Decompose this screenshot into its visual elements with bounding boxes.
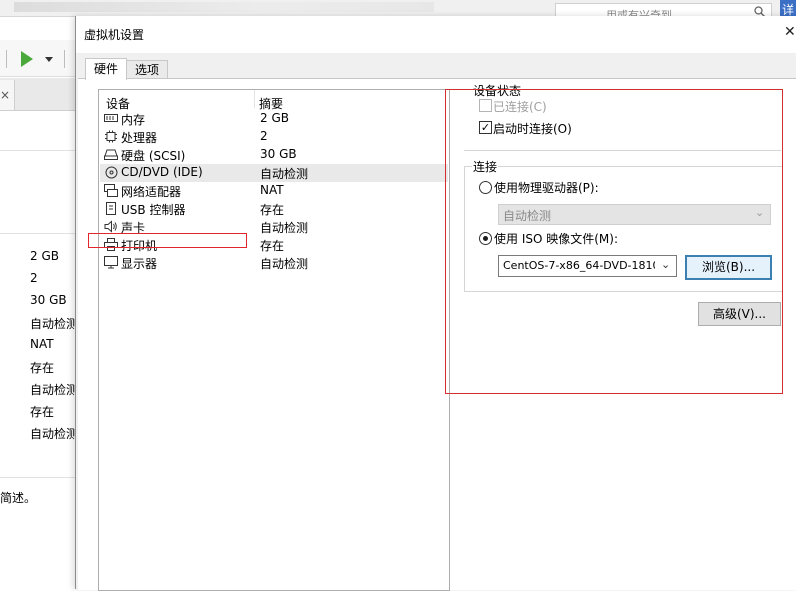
background-value: 自动检测	[30, 427, 79, 441]
red-highlight-cd-dvd	[88, 233, 247, 248]
hardware-tab-panel: 设备 摘要 内存 2 GB 处理器 2 硬盘 (SCSI) 30 GB CD/D…	[78, 78, 796, 591]
background-toolbar	[0, 40, 76, 77]
device-summary: 2 GB	[260, 111, 289, 125]
device-name: USB 控制器	[121, 203, 186, 217]
device-summary: 存在	[260, 239, 285, 253]
device-list[interactable]: 设备 摘要 内存 2 GB 处理器 2 硬盘 (SCSI) 30 GB CD/D…	[98, 89, 450, 591]
play-icon[interactable]	[21, 51, 33, 67]
dialog-title: 虚拟机设置	[84, 28, 145, 42]
red-highlight-settings-area	[445, 89, 783, 394]
background-divider	[0, 233, 76, 234]
device-name: 内存	[121, 113, 146, 127]
background-value: 自动检测	[30, 317, 79, 331]
background-divider	[0, 477, 76, 478]
device-row-network-adapter[interactable]: 网络适配器 NAT	[100, 182, 448, 200]
device-summary: 存在	[260, 203, 285, 217]
device-row-processor[interactable]: 处理器 2	[100, 128, 448, 146]
device-row-display[interactable]: 显示器 自动检测	[100, 254, 448, 272]
device-row-usb-controller[interactable]: USB 控制器 存在	[100, 200, 448, 218]
display-icon	[104, 256, 118, 269]
background-description: 简述。	[0, 491, 37, 505]
network-adapter-icon	[104, 184, 118, 197]
cd-dvd-icon	[104, 166, 118, 179]
column-header-divider[interactable]	[254, 90, 255, 108]
background-value: 30 GB	[30, 293, 67, 307]
tab-hardware[interactable]: 硬件	[85, 58, 127, 80]
memory-icon	[104, 112, 118, 125]
background-value: 2	[30, 271, 38, 285]
background-value: 存在	[30, 405, 55, 419]
device-name: CD/DVD (IDE)	[121, 165, 203, 179]
device-summary: 自动检测	[260, 167, 309, 181]
toolbar-separator	[6, 50, 7, 68]
device-summary: 30 GB	[260, 147, 297, 161]
background-divider	[0, 150, 76, 151]
device-row-memory[interactable]: 内存 2 GB	[100, 110, 448, 128]
device-row-hard-disk[interactable]: 硬盘 (SCSI) 30 GB	[100, 146, 448, 164]
device-name: 显示器	[121, 257, 158, 271]
dialog-body: 硬件 选项 设备 摘要 内存 2 GB 处理器 2 硬盘 (SCSI) 30 G…	[76, 53, 796, 591]
tab-options[interactable]: 选项	[126, 60, 168, 80]
toolbar-separator	[64, 50, 65, 68]
close-icon[interactable]: ×	[0, 88, 10, 102]
background-value: 2 GB	[30, 249, 59, 263]
background-value: 自动检测	[30, 383, 79, 397]
blurred-title-text	[14, 2, 434, 12]
chevron-down-icon[interactable]	[45, 57, 53, 62]
device-name: 网络适配器	[121, 185, 182, 199]
sound-card-icon	[104, 220, 118, 233]
device-summary: 自动检测	[260, 257, 309, 271]
usb-icon	[104, 202, 118, 215]
background-value: 存在	[30, 361, 55, 375]
cpu-icon	[104, 130, 118, 143]
hard-disk-icon	[104, 148, 118, 161]
background-value: NAT	[30, 337, 54, 351]
device-summary: 2	[260, 129, 268, 143]
device-summary: NAT	[260, 183, 284, 197]
device-row-cd-dvd[interactable]: CD/DVD (IDE) 自动检测	[100, 164, 448, 182]
close-icon[interactable]: ✕	[784, 24, 796, 40]
device-name: 硬盘 (SCSI)	[121, 149, 186, 163]
background-tab-bar: ×	[0, 78, 76, 111]
vm-settings-dialog: 虚拟机设置 ✕ 硬件 选项 设备 摘要 内存 2 GB 处理器 2 硬盘 (SC…	[75, 16, 796, 591]
device-summary: 自动检测	[260, 221, 309, 235]
device-name: 处理器	[121, 131, 158, 145]
